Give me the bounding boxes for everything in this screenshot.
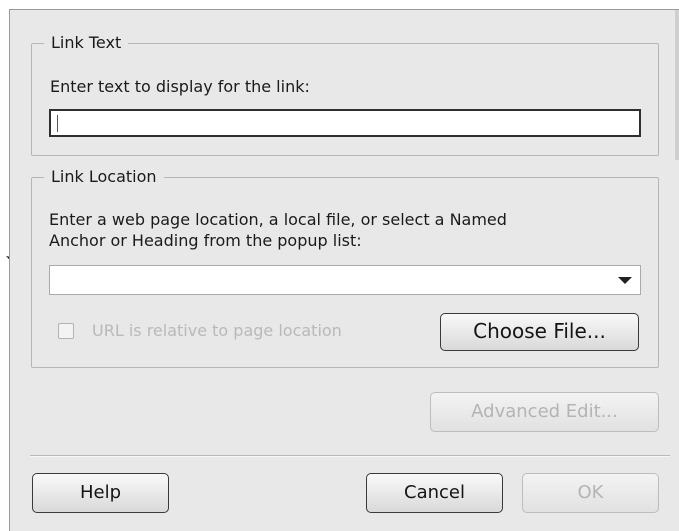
link-location-legend: Link Location [51, 167, 157, 186]
advanced-edit-button[interactable]: Advanced Edit... [430, 392, 659, 432]
relative-url-label: URL is relative to page location [92, 321, 342, 340]
help-button[interactable]: Help [32, 473, 169, 513]
cancel-button[interactable]: Cancel [366, 473, 503, 513]
link-text-legend: Link Text [51, 33, 122, 52]
link-text-input[interactable] [49, 109, 641, 137]
window-edge [675, 10, 679, 160]
text-caret [57, 115, 58, 132]
ok-button[interactable]: OK [522, 473, 659, 513]
chevron-down-icon[interactable] [618, 277, 632, 284]
insert-link-dialog: Link Text Enter text to display for the … [9, 9, 679, 531]
screen: Link Text Enter text to display for the … [0, 0, 679, 531]
link-location-prompt-line1: Enter a web page location, a local file,… [49, 210, 507, 229]
link-text-prompt: Enter text to display for the link: [50, 77, 310, 96]
button-row-separator [30, 455, 670, 457]
link-location-combobox[interactable] [49, 265, 641, 295]
choose-file-button[interactable]: Choose File... [440, 313, 639, 351]
relative-url-checkbox[interactable] [58, 323, 74, 339]
link-location-prompt-line2: Anchor or Heading from the popup list: [49, 231, 362, 250]
